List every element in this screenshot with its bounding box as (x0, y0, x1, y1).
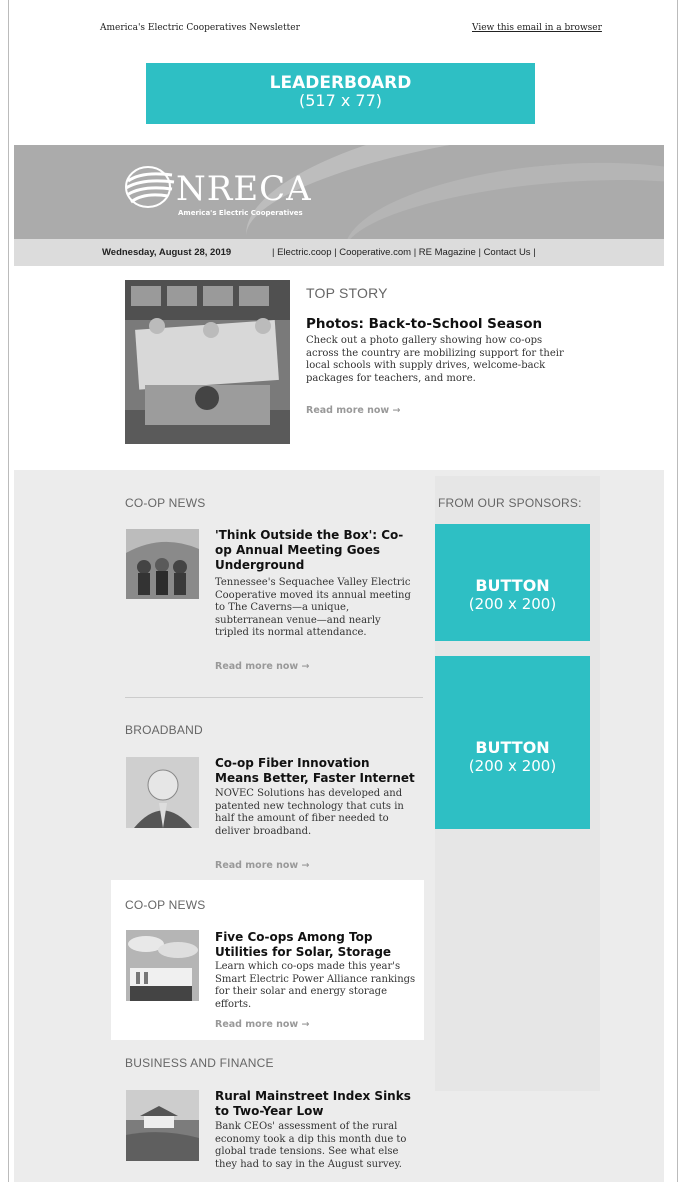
newsletter-title: America's Electric Cooperatives Newslett… (100, 23, 300, 33)
top-story-body: Check out a photo gallery showing how co… (306, 335, 564, 384)
leaderboard-title: LEADERBOARD (269, 73, 412, 93)
leaderboard-size: (517 x 77) (298, 91, 383, 110)
ad-title: BUTTON (475, 738, 550, 757)
article-section-label: BUSINESS AND FINANCE (125, 1056, 274, 1070)
executive-portrait-photo (126, 757, 199, 828)
section-divider (125, 697, 423, 698)
article-section-label: BROADBAND (125, 723, 203, 737)
top-story-image[interactable] (125, 280, 290, 444)
rural-farm-photo (126, 1090, 199, 1161)
solar-storage-photo (126, 930, 199, 1001)
article-body: Learn which co-ops made this year's Smar… (215, 961, 416, 1010)
article-headline[interactable]: 'Think Outside the Box': Co-op Annual Me… (215, 528, 415, 573)
article-thumbnail[interactable] (126, 529, 199, 599)
cavern-meeting-photo (126, 529, 199, 599)
article-headline[interactable]: Rural Mainstreet Index Sinks to Two-Year… (215, 1089, 420, 1119)
article-body: Bank CEOs' assessment of the rural econo… (215, 1121, 407, 1170)
article-read-more[interactable]: Read more now → (215, 661, 309, 672)
article-body: NOVEC Solutions has developed and patent… (215, 788, 404, 837)
article-headline[interactable]: Five Co-ops Among Top Utilities for Sola… (215, 930, 415, 960)
ad-size: (200 x 200) (468, 595, 557, 613)
top-story-headline[interactable]: Photos: Back-to-School Season (306, 316, 542, 332)
sponsor-button-ad-1[interactable]: BUTTON (200 x 200) (435, 524, 590, 641)
flag-icon (125, 166, 175, 208)
article-read-more[interactable]: Read more now → (215, 860, 309, 871)
article-headline[interactable]: Co-op Fiber Innovation Means Better, Fas… (215, 756, 415, 786)
masthead: NRECA America's Electric Cooperatives We… (14, 145, 664, 266)
view-in-browser-link[interactable]: View this email in a browser (472, 23, 602, 33)
leaderboard-ad[interactable]: LEADERBOARD (517 x 77) (146, 63, 535, 124)
school-banner-photo (125, 280, 290, 444)
top-story-section-label: TOP STORY (306, 285, 388, 301)
article-thumbnail[interactable] (126, 757, 199, 828)
article-thumbnail[interactable] (126, 1090, 199, 1161)
issue-date: Wednesday, August 28, 2019 (102, 247, 232, 258)
nreca-logo[interactable]: NRECA America's Electric Cooperatives (122, 161, 311, 217)
sponsor-button-ad-2[interactable]: BUTTON (200 x 200) (435, 656, 590, 829)
date-bar: Wednesday, August 28, 2019 | Electric.co… (14, 239, 664, 266)
article-section-label: CO-OP NEWS (125, 496, 206, 510)
header-links[interactable]: | Electric.coop | Cooperative.com | RE M… (272, 247, 536, 258)
ad-size: (200 x 200) (468, 757, 557, 775)
article-section-label: CO-OP NEWS (125, 898, 206, 912)
ad-title: BUTTON (475, 576, 550, 595)
article-body: Tennessee's Sequachee Valley Electric Co… (215, 577, 411, 638)
logo-name: NRECA (176, 169, 312, 209)
sponsors-heading: FROM OUR SPONSORS: (438, 496, 582, 510)
logo-tagline: America's Electric Cooperatives (178, 209, 303, 217)
article-read-more[interactable]: Read more now → (215, 1019, 309, 1030)
top-story-read-more[interactable]: Read more now → (306, 405, 400, 416)
article-thumbnail[interactable] (126, 930, 199, 1001)
